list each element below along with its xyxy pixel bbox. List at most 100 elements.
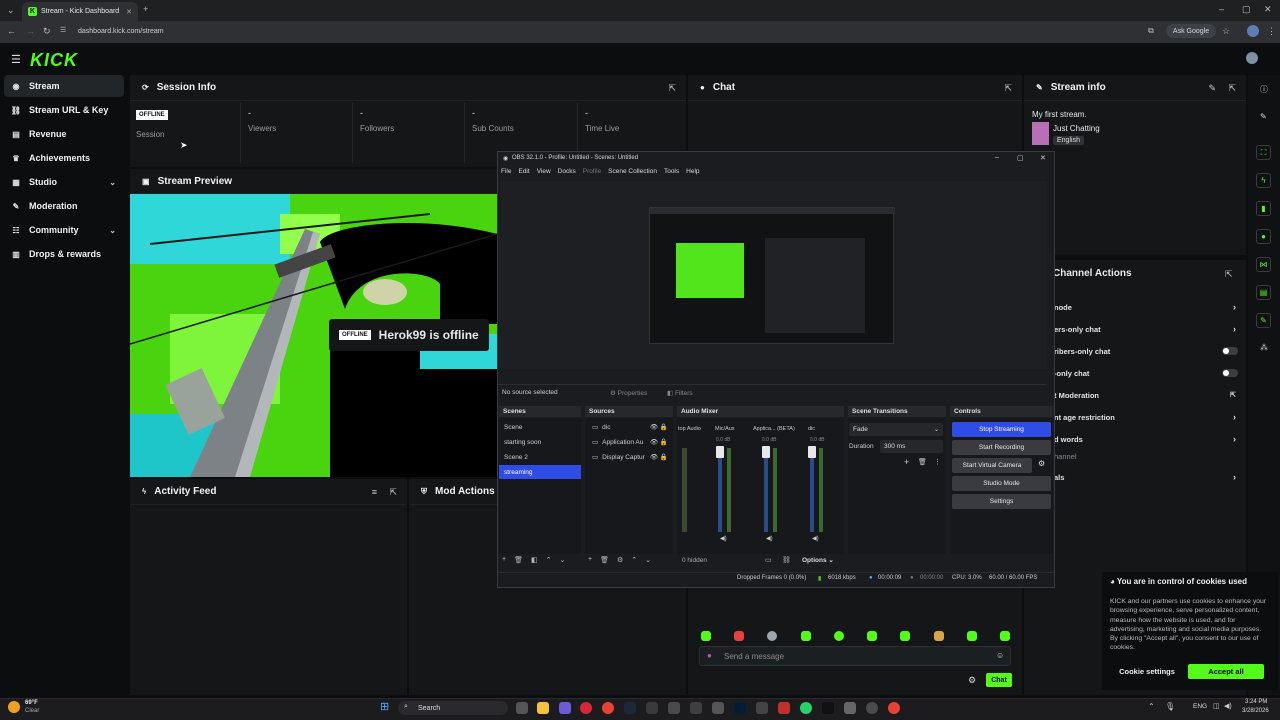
add-transition-icon[interactable]: + [904,457,909,467]
emote[interactable] [801,631,811,641]
emote[interactable] [900,631,910,641]
url-field[interactable]: dashboard.kick.com/stream [70,24,1160,39]
clock-time[interactable]: 3:24 PM [1245,699,1267,705]
nodes-icon[interactable]: ⁂ [1260,343,1268,352]
source-item[interactable]: ▭ dic 👁 🔒 [587,420,671,434]
app-icon[interactable] [778,702,790,714]
new-tab-icon[interactable]: + [143,4,148,14]
settings-button[interactable]: Settings [952,494,1051,509]
more-options-icon[interactable]: ⋮ [934,458,941,466]
forward-icon[interactable]: → [26,26,35,36]
filter-icon[interactable]: ≡ [372,487,377,497]
edit-icon[interactable]: ✎ [1260,112,1267,121]
close-tab-icon[interactable]: ✕ [126,8,132,16]
whatsapp-icon[interactable] [800,702,812,714]
task-view-icon[interactable] [516,702,528,714]
obs-menu-scene-collection[interactable]: Scene Collection [608,168,657,178]
channel-action-item[interactable]: -only chat [1054,362,1244,384]
chat-message-input[interactable]: Send a message [699,646,1011,666]
add-icon[interactable]: + [588,556,592,566]
photoshop-icon[interactable] [734,702,746,714]
emote[interactable] [701,631,711,641]
browser-menu-icon[interactable]: ⋮ [1267,26,1276,37]
bookmark-star-icon[interactable]: ☆ [1222,26,1230,37]
trash-icon[interactable]: 🗑 [514,556,523,566]
emote[interactable] [767,631,777,641]
hamburger-menu-icon[interactable]: ☰ [11,53,21,66]
microphone-icon[interactable]: 🎙 [1165,702,1175,711]
mute-speaker-icon[interactable]: ◀) [812,535,819,542]
windows-start-icon[interactable]: ⊞ [380,701,392,713]
scene-item-selected[interactable]: streaming [499,465,581,479]
translate-icon[interactable]: ⧉ [1148,26,1154,36]
obs-properties-button[interactable]: ⚙ Properties [610,389,647,397]
transition-select[interactable]: Fade ⌄ [849,423,943,436]
sidebar-item-studio[interactable]: ▦ Studio ⌄ [4,171,124,193]
stop-streaming-button[interactable]: Stop Streaming [952,422,1051,437]
kick-user-avatar[interactable] [1246,52,1258,64]
channel-action-item[interactable]: node › [1054,296,1244,318]
move-up-icon[interactable]: ⌃ [631,556,637,566]
volume-slider-handle[interactable] [808,446,816,458]
volume-slider-handle[interactable] [762,446,770,458]
obs-filters-button[interactable]: ◧ Filters [667,389,693,397]
network-icon[interactable]: ◫ [1213,702,1220,710]
channel-action-item[interactable]: ribers-only chat [1054,340,1244,362]
sidebar-item-stream-url-key[interactable]: ⛓ Stream URL & Key [4,99,124,121]
sidebar-item-revenue[interactable]: ▤ Revenue [4,123,124,145]
emote[interactable] [734,631,744,641]
obs-menu-profile[interactable]: Profile [583,168,601,178]
source-item[interactable]: ▭ Display Captur 👁 🔒 [587,450,671,464]
channel-action-item[interactable]: nt age restriction › [1054,406,1244,428]
close-window-icon[interactable]: ✕ [1264,4,1272,15]
file-explorer-icon[interactable] [537,702,549,714]
send-chat-button[interactable]: Chat [986,673,1012,687]
trash-icon[interactable]: 🗑 [918,458,927,466]
opera-icon[interactable] [580,702,592,714]
volume-slider-handle[interactable] [716,446,724,458]
minimize-icon[interactable]: – [1219,4,1224,14]
volume-icon[interactable]: ◀) [1224,702,1232,710]
chat-icon[interactable]: ● [1256,229,1271,244]
obs-menu-help[interactable]: Help [686,168,699,178]
sidebar-item-achievements[interactable]: ♛ Achievements [4,147,124,169]
gear-icon[interactable]: ⚙ [617,556,623,566]
site-info-icon[interactable]: ☰ [60,26,66,34]
scene-item[interactable]: Scene [499,420,581,434]
profile-avatar[interactable] [1247,25,1259,37]
emote[interactable] [967,631,977,641]
channel-action-item[interactable]: t Moderation ⇱ [1054,384,1244,406]
sidebar-item-drops-rewards[interactable]: ▥ Drops & rewards [4,243,124,265]
mixer-layout-icon[interactable]: ▭ [765,556,772,564]
close-icon[interactable]: ✕ [1040,154,1046,162]
steam-icon[interactable] [624,702,636,714]
channel-action-item[interactable]: ers-only chat › [1054,318,1244,340]
app-icon[interactable] [646,702,658,714]
move-down-icon[interactable]: ⌄ [559,556,565,566]
link-icon[interactable]: ⛓ [782,556,791,564]
duration-input[interactable]: 300 ms [880,440,943,453]
source-item[interactable]: ▭ Application Au 👁 🔒 [587,435,671,449]
compare-icon[interactable]: ⋈ [1256,257,1271,272]
eye-lock-icon[interactable]: 👁 🔒 [650,438,668,446]
layout-icon[interactable]: ▤ [1256,285,1271,300]
weather-temp[interactable]: 69°F [25,700,38,706]
mute-speaker-icon[interactable]: ◀) [720,535,727,542]
obs-menu-edit[interactable]: Edit [518,168,529,178]
settings-app-icon[interactable] [668,702,680,714]
back-icon[interactable]: ← [7,26,16,36]
obs-taskbar-icon[interactable] [866,702,878,714]
trash-icon[interactable]: 🗑 [600,556,609,566]
emote[interactable] [934,631,944,641]
add-icon[interactable]: + [502,556,506,566]
sidebar-item-community[interactable]: ☷ Community ⌄ [4,219,124,241]
eye-lock-icon[interactable]: 👁 🔒 [650,423,668,431]
popout-icon[interactable]: ⇱ [1004,83,1012,94]
language-indicator[interactable]: ENG [1193,703,1207,710]
move-down-icon[interactable]: ⌄ [645,556,651,566]
minimize-icon[interactable]: – [995,154,999,161]
obs-menu-view[interactable]: View [537,168,551,178]
dock-toggle-icon[interactable]: ⛶ [1256,145,1271,160]
maximize-icon[interactable]: ▢ [1242,4,1251,15]
sidebar-item-stream[interactable]: ◉ Stream [4,75,124,97]
